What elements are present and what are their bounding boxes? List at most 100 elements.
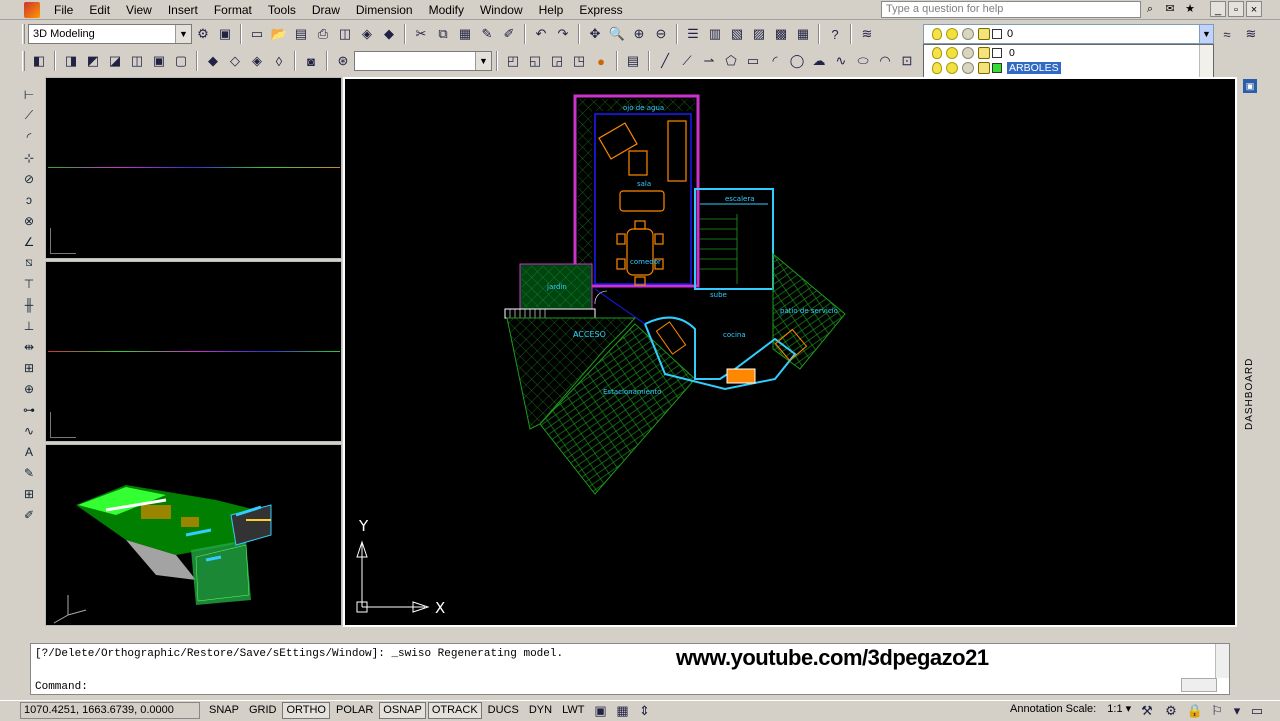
ordinate-dimension-icon[interactable]: ⊹ bbox=[19, 147, 39, 168]
close-icon[interactable]: × bbox=[1246, 1, 1262, 17]
radius-dimension-icon[interactable]: ⊘ bbox=[19, 168, 39, 189]
model-space-icon[interactable]: ▣ bbox=[590, 701, 610, 721]
bottom-view-icon[interactable]: ◩ bbox=[83, 51, 103, 71]
dimension-update-icon[interactable]: ⊞ bbox=[19, 483, 39, 504]
zoom-window-icon[interactable]: ⊕ bbox=[629, 24, 649, 44]
command-scrollbar[interactable] bbox=[1215, 644, 1229, 678]
se-iso-icon[interactable]: ◇ bbox=[225, 51, 245, 71]
viewport-bottom-left-iso[interactable] bbox=[45, 444, 342, 626]
spline-icon[interactable]: ∿ bbox=[831, 51, 851, 71]
linear-dimension-icon[interactable]: ⊢ bbox=[19, 84, 39, 105]
named-views-icon[interactable]: ◧ bbox=[29, 51, 49, 71]
dimension-space-icon[interactable]: ⊥ bbox=[19, 315, 39, 336]
render-sphere-icon[interactable]: ● bbox=[591, 51, 611, 71]
status-tray-icon[interactable]: ⚐ bbox=[1207, 701, 1227, 721]
otrack-toggle[interactable]: OTRACK bbox=[427, 702, 482, 719]
publish-icon[interactable]: ◈ bbox=[357, 24, 377, 44]
pan-icon[interactable]: ✥ bbox=[585, 24, 605, 44]
named-ucs-icon[interactable]: ⊛ bbox=[333, 51, 353, 71]
polyline-icon[interactable]: ⇀ bbox=[699, 51, 719, 71]
3d-dwf-icon[interactable]: ◆ bbox=[379, 24, 399, 44]
ellipse-icon[interactable]: ⬭ bbox=[853, 51, 873, 71]
arc-length-icon[interactable]: ◜ bbox=[19, 126, 39, 147]
insert-block-icon[interactable]: ⊡ bbox=[897, 51, 917, 71]
tray-settings-icon[interactable]: ▾ bbox=[1227, 701, 1247, 721]
quick-dimension-icon[interactable]: ⧅ bbox=[19, 252, 39, 273]
viewport-middle-left[interactable] bbox=[45, 261, 342, 442]
baseline-dimension-icon[interactable]: ⊤ bbox=[19, 273, 39, 294]
zoom-realtime-icon[interactable]: 🔍 bbox=[607, 24, 627, 44]
menu-insert[interactable]: Insert bbox=[160, 0, 206, 20]
design-center-icon[interactable]: ▥ bbox=[705, 24, 725, 44]
dimension-edit-icon[interactable]: A bbox=[19, 441, 39, 462]
menu-tools[interactable]: Tools bbox=[260, 0, 304, 20]
layer-row[interactable]: ARBOLES bbox=[924, 61, 1213, 77]
layer-on-icon[interactable] bbox=[932, 46, 942, 59]
top-view-icon[interactable]: ◨ bbox=[61, 51, 81, 71]
quickcalc-icon[interactable]: ▦ bbox=[793, 24, 813, 44]
menu-view[interactable]: View bbox=[118, 0, 160, 20]
polar-toggle[interactable]: POLAR bbox=[332, 702, 377, 719]
layer-states-icon[interactable]: ≋ bbox=[1241, 24, 1261, 44]
workspace-select[interactable]: 3D Modeling ▼ bbox=[28, 24, 192, 44]
layer-thaw-icon[interactable] bbox=[946, 46, 958, 59]
dashboard-icon[interactable]: ▣ bbox=[1243, 79, 1257, 93]
markup-set-icon[interactable]: ▩ bbox=[771, 24, 791, 44]
sheet-set-manager-icon[interactable]: ▨ bbox=[749, 24, 769, 44]
snap-toggle[interactable]: SNAP bbox=[205, 702, 243, 719]
center-mark-icon[interactable]: ⊕ bbox=[19, 378, 39, 399]
tool-palettes-icon[interactable]: ▧ bbox=[727, 24, 747, 44]
lwt-toggle[interactable]: LWT bbox=[558, 702, 588, 719]
save-icon[interactable]: ▤ bbox=[291, 24, 311, 44]
back-view-icon[interactable]: ▢ bbox=[171, 51, 191, 71]
dyn-toggle[interactable]: DYN bbox=[525, 702, 556, 719]
layer-manager-icon[interactable]: ≋ bbox=[857, 24, 877, 44]
command-line[interactable]: [?/Delete/Orthographic/Restore/Save/sEtt… bbox=[30, 643, 1230, 695]
menu-help[interactable]: Help bbox=[531, 0, 572, 20]
chevron-down-icon[interactable]: ▼ bbox=[475, 52, 491, 70]
layer-row[interactable]: 0 bbox=[924, 45, 1213, 61]
rectangle-icon[interactable]: ▭ bbox=[743, 51, 763, 71]
3d-hidden-icon[interactable]: ◲ bbox=[547, 51, 567, 71]
lock-icon[interactable]: 🔒 bbox=[1185, 701, 1205, 721]
ne-iso-icon[interactable]: ◈ bbox=[247, 51, 267, 71]
circle-icon[interactable]: ◯ bbox=[787, 51, 807, 71]
front-view-icon[interactable]: ▣ bbox=[149, 51, 169, 71]
minimize-icon[interactable]: _ bbox=[1210, 1, 1226, 17]
save-workspace-icon[interactable]: ▣ bbox=[215, 24, 235, 44]
favorites-icon[interactable]: ★ bbox=[1182, 1, 1198, 17]
ucs-select[interactable]: ▼ bbox=[354, 51, 492, 71]
nw-iso-icon[interactable]: ◊ bbox=[269, 51, 289, 71]
toolbar-grip[interactable] bbox=[22, 51, 25, 71]
construction-line-icon[interactable]: ⟋ bbox=[677, 51, 697, 71]
right-view-icon[interactable]: ◫ bbox=[127, 51, 147, 71]
chevron-down-icon[interactable]: ▼ bbox=[1199, 25, 1213, 43]
continue-dimension-icon[interactable]: ╫ bbox=[19, 294, 39, 315]
ortho-toggle[interactable]: ORTHO bbox=[282, 702, 330, 719]
camera-icon[interactable]: ◙ bbox=[301, 51, 321, 71]
sw-iso-icon[interactable]: ◆ bbox=[203, 51, 223, 71]
menu-express[interactable]: Express bbox=[571, 0, 630, 20]
layer-control-select[interactable]: 0 ▼ bbox=[923, 24, 1214, 44]
line-icon[interactable]: ╱ bbox=[655, 51, 675, 71]
angular-dimension-icon[interactable]: ∠ bbox=[19, 231, 39, 252]
menu-format[interactable]: Format bbox=[206, 0, 260, 20]
osnap-toggle[interactable]: OSNAP bbox=[379, 702, 426, 719]
render-region-icon[interactable]: ◰ bbox=[503, 51, 523, 71]
menu-file[interactable]: File bbox=[46, 0, 81, 20]
inspection-icon[interactable]: ⊶ bbox=[19, 399, 39, 420]
realistic-icon[interactable]: ◳ bbox=[569, 51, 589, 71]
cut-icon[interactable]: ✂ bbox=[411, 24, 431, 44]
layer-lock-icon[interactable] bbox=[978, 62, 990, 75]
plot-icon[interactable]: ⎙ bbox=[313, 24, 333, 44]
ducs-toggle[interactable]: DUCS bbox=[484, 702, 523, 719]
dimension-text-edit-icon[interactable]: ✎ bbox=[19, 462, 39, 483]
block-editor-icon[interactable]: ✐ bbox=[499, 24, 519, 44]
menu-modify[interactable]: Modify bbox=[421, 0, 472, 20]
3d-wireframe-icon[interactable]: ◱ bbox=[525, 51, 545, 71]
paste-icon[interactable]: ▦ bbox=[455, 24, 475, 44]
layer-vp-freeze-icon[interactable] bbox=[962, 62, 974, 75]
help-search-input[interactable]: Type a question for help bbox=[881, 1, 1141, 18]
zoom-previous-icon[interactable]: ⊖ bbox=[651, 24, 671, 44]
properties-icon[interactable]: ☰ bbox=[683, 24, 703, 44]
